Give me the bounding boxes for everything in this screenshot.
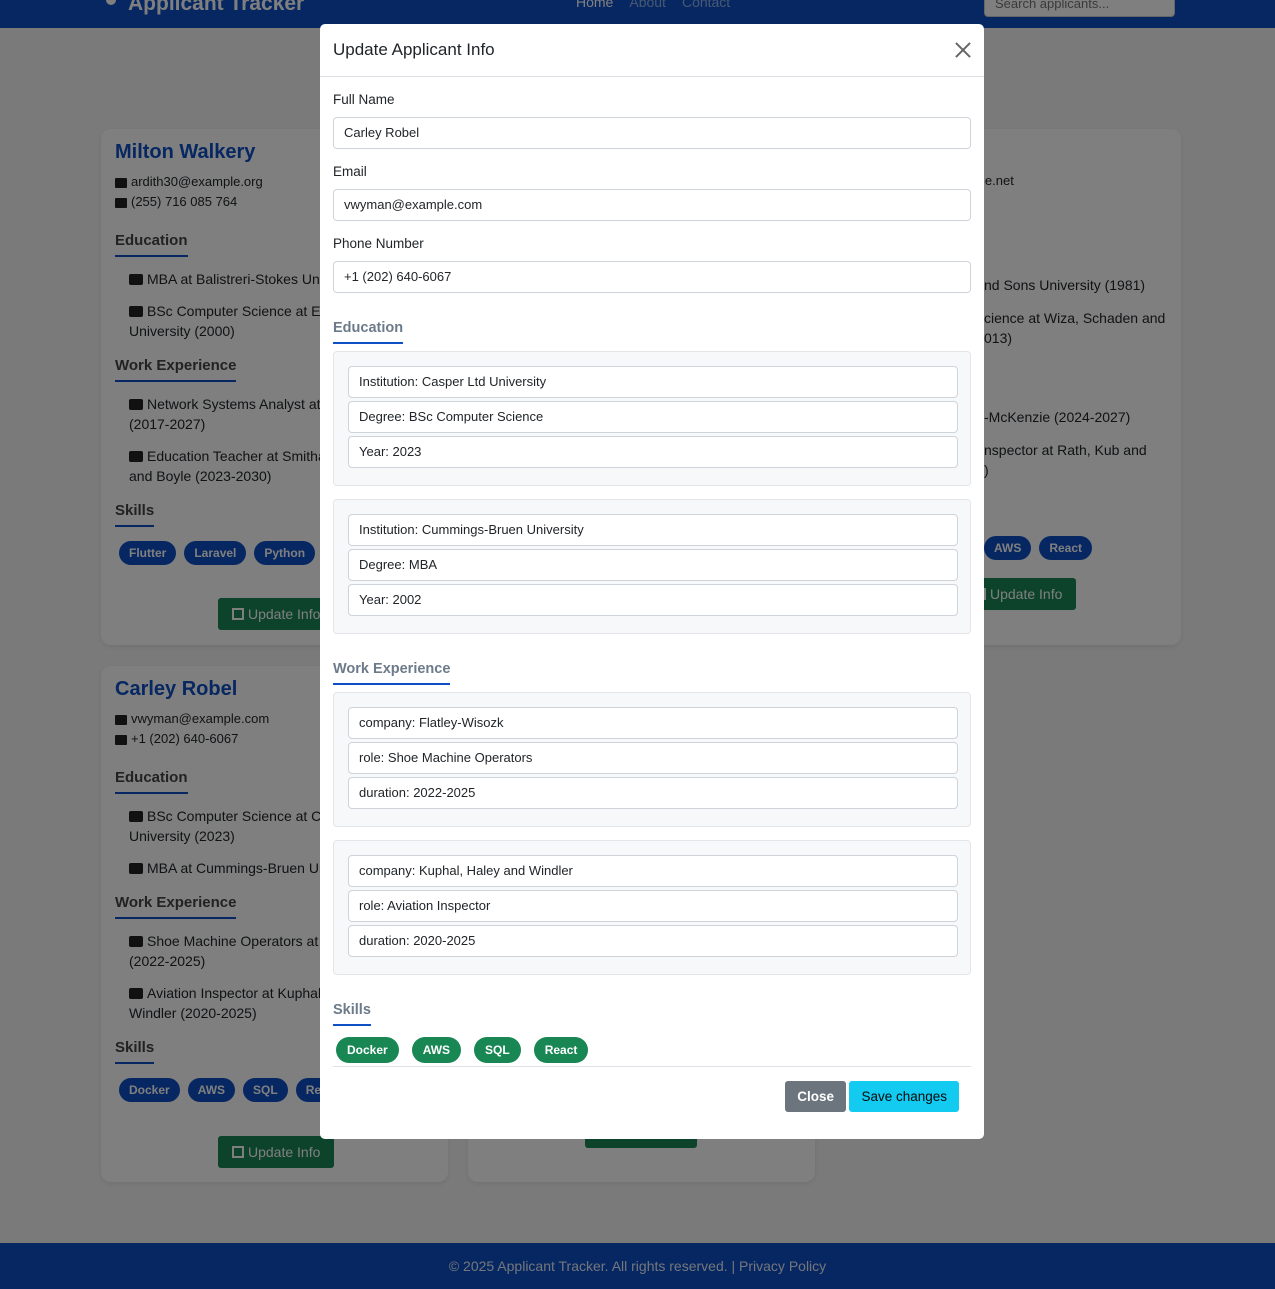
- company-input[interactable]: company: Flatley-Wisozk: [348, 707, 958, 739]
- modal-title: Update Applicant Info: [333, 40, 495, 59]
- work-heading: Work Experience: [333, 661, 451, 685]
- work-entry: company: Flatley-Wisozk role: Shoe Machi…: [333, 692, 971, 827]
- save-changes-button[interactable]: Save changes: [849, 1081, 959, 1112]
- skills-heading: Skills: [333, 1002, 371, 1026]
- full-name-label: Full Name: [333, 92, 395, 107]
- update-applicant-modal: Update Applicant Info Full Name Carley R…: [320, 24, 984, 1139]
- degree-input[interactable]: Degree: MBA: [348, 549, 958, 581]
- skill-badge: React: [533, 1037, 589, 1063]
- education-heading: Education: [333, 320, 404, 344]
- work-entry: company: Kuphal, Haley and Windler role:…: [333, 840, 971, 975]
- phone-label: Phone Number: [333, 236, 424, 251]
- institution-input[interactable]: Institution: Casper Ltd University: [348, 366, 958, 398]
- company-input[interactable]: company: Kuphal, Haley and Windler: [348, 855, 958, 887]
- duration-input[interactable]: duration: 2020-2025: [348, 925, 958, 957]
- role-input[interactable]: role: Shoe Machine Operators: [348, 742, 958, 774]
- email-label: Email: [333, 164, 367, 179]
- full-name-input[interactable]: Carley Robel: [333, 117, 971, 149]
- degree-input[interactable]: Degree: BSc Computer Science: [348, 401, 958, 433]
- year-input[interactable]: Year: 2023: [348, 436, 958, 468]
- skill-badge: Docker: [336, 1037, 399, 1063]
- phone-input[interactable]: +1 (202) 640-6067: [333, 261, 971, 293]
- education-entry: Institution: Cummings-Bruen University D…: [333, 499, 971, 634]
- skill-badge: SQL: [474, 1037, 521, 1063]
- institution-input[interactable]: Institution: Cummings-Bruen University: [348, 514, 958, 546]
- close-icon[interactable]: [955, 42, 971, 58]
- education-entry: Institution: Casper Ltd University Degre…: [333, 351, 971, 486]
- email-input[interactable]: vwyman@example.com: [333, 189, 971, 221]
- close-button[interactable]: Close: [785, 1081, 846, 1112]
- skills-list: Docker AWS SQL React: [336, 1037, 589, 1063]
- skill-badge: AWS: [411, 1037, 462, 1063]
- modal-footer: Close Save changes: [333, 1066, 971, 1126]
- year-input[interactable]: Year: 2002: [348, 584, 958, 616]
- modal-header: Update Applicant Info: [320, 24, 984, 77]
- role-input[interactable]: role: Aviation Inspector: [348, 890, 958, 922]
- duration-input[interactable]: duration: 2022-2025: [348, 777, 958, 809]
